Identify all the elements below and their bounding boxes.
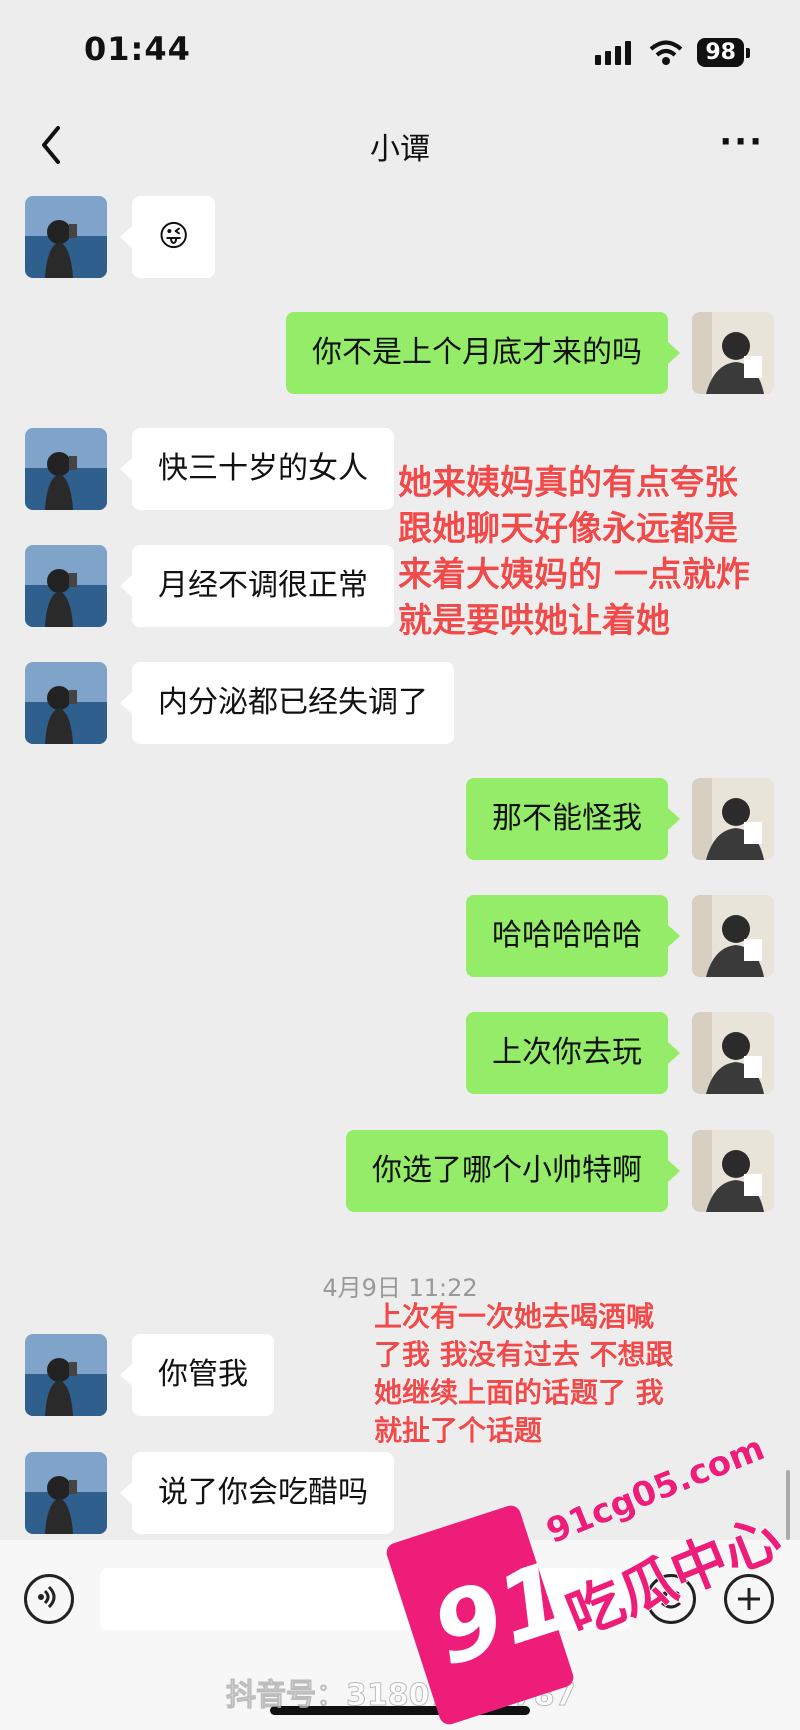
outgoing-message-bubble[interactable]: 那不能怪我 [466, 778, 680, 860]
message-row: 内分泌都已经失调了 [0, 662, 800, 746]
message-row: 你选了哪个小帅特啊 [0, 1130, 800, 1214]
watermark-logo: 91 91cg05.com 吃瓜中心 [384, 1428, 791, 1730]
more-options-icon[interactable]: ··· [719, 122, 764, 162]
contact-avatar[interactable] [25, 1452, 107, 1534]
self-avatar[interactable] [692, 1012, 774, 1094]
battery-indicator: 98 [697, 38, 750, 67]
outgoing-message-bubble[interactable]: 哈哈哈哈哈 [466, 895, 680, 977]
message-row: 😜 [0, 196, 800, 280]
contact-avatar[interactable] [25, 1334, 107, 1416]
status-bar: 01:44 98 [0, 0, 800, 110]
message-row: 你不是上个月底才来的吗 [0, 312, 800, 396]
self-avatar[interactable] [692, 778, 774, 860]
chat-title: 小谭 [370, 132, 430, 167]
annotation-line: 上次有一次她去喝酒喊 [374, 1300, 655, 1334]
signal-icon [595, 40, 632, 65]
annotation-line: 来着大姨妈的 一点就炸 [398, 555, 751, 596]
contact-avatar[interactable] [25, 662, 107, 744]
message-row: 上次你去玩 [0, 1012, 800, 1096]
wifi-icon [650, 40, 683, 65]
outgoing-message-bubble[interactable]: 你不是上个月底才来的吗 [286, 312, 680, 394]
outgoing-message-bubble[interactable]: 你选了哪个小帅特啊 [346, 1130, 680, 1212]
self-avatar[interactable] [692, 312, 774, 394]
annotation-line: 她来姨妈真的有点夸张 [398, 463, 739, 504]
annotation-line: 跟她聊天好像永远都是 [398, 509, 739, 550]
contact-avatar[interactable] [25, 428, 107, 510]
chat-header: 小谭 ··· [0, 110, 800, 180]
contact-avatar[interactable] [25, 545, 107, 627]
self-avatar[interactable] [692, 895, 774, 977]
incoming-message-bubble[interactable]: 说了你会吃醋吗 [120, 1452, 394, 1534]
annotation-note-2: 上次有一次她去喝酒喊 了我 我没有过去 不想跟 她继续上面的话题了 我 就扯了个… [374, 1298, 674, 1450]
incoming-message-bubble[interactable]: 月经不调很正常 [120, 545, 394, 627]
incoming-message-bubble[interactable]: 你管我 [120, 1334, 274, 1416]
incoming-message-bubble[interactable]: 内分泌都已经失调了 [120, 662, 454, 744]
annotation-line: 了我 我没有过去 不想跟 [374, 1338, 674, 1372]
incoming-message-bubble[interactable]: 😜 [119, 196, 216, 278]
message-row: 那不能怪我 [0, 778, 800, 862]
incoming-message-bubble[interactable]: 快三十岁的女人 [120, 428, 394, 510]
voice-icon[interactable] [24, 1574, 74, 1624]
annotation-line: 她继续上面的话题了 我 [374, 1376, 665, 1410]
annotation-line: 就是要哄她让着她 [398, 601, 671, 642]
self-avatar[interactable] [692, 1130, 774, 1212]
outgoing-message-bubble[interactable]: 上次你去玩 [466, 1012, 680, 1094]
contact-avatar[interactable] [25, 196, 107, 278]
message-row: 哈哈哈哈哈 [0, 895, 800, 979]
status-icons: 98 [595, 38, 750, 67]
annotation-note-1: 她来姨妈真的有点夸张 跟她聊天好像永远都是 来着大姨妈的 一点就炸 就是要哄她让… [398, 460, 751, 644]
status-time: 01:44 [84, 30, 191, 68]
